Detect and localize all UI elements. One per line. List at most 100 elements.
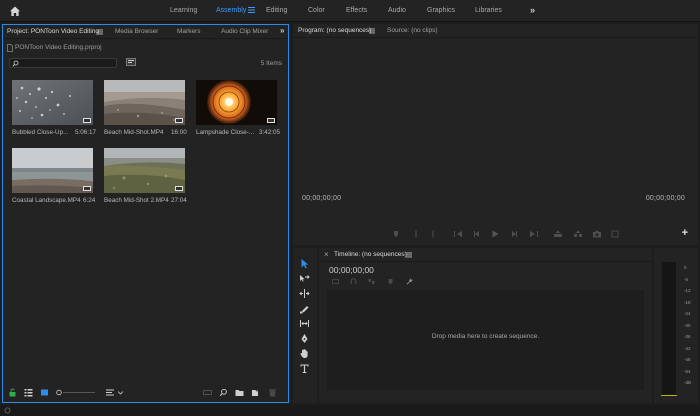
clip-name: Beach Mid-Shot 2.MP4	[104, 197, 169, 204]
list-view-icon[interactable]	[24, 388, 33, 397]
ripple-edit-tool-icon[interactable]	[299, 288, 310, 299]
workspace-tab-audio[interactable]: Audio	[388, 7, 406, 14]
export-frame-icon[interactable]	[592, 230, 602, 238]
clip-thumbnail[interactable]	[196, 80, 277, 125]
selection-tool-icon[interactable]	[299, 258, 310, 269]
clip-duration: 27:04	[171, 197, 187, 204]
clip-thumbnail[interactable]	[104, 80, 185, 125]
panel-menu-icon[interactable]	[406, 252, 412, 258]
button-editor-icon[interactable]	[611, 230, 619, 238]
clip-item[interactable]: Beach Mid-Shot.MP4 16:00	[104, 80, 194, 136]
program-duration-timecode: 00;00;00;00	[645, 195, 685, 202]
clip-thumbnail[interactable]	[104, 148, 185, 193]
lift-icon[interactable]	[553, 230, 563, 238]
pen-tool-icon[interactable]	[299, 333, 310, 344]
workspace-tab-learning[interactable]: Learning	[170, 7, 197, 14]
workspace-tab-color[interactable]: Color	[308, 7, 325, 14]
find-icon[interactable]	[219, 388, 228, 397]
workspace-bar: Learning Assembly Editing Color Effects …	[0, 0, 700, 22]
new-bin-icon[interactable]	[235, 388, 244, 397]
razor-tool-icon[interactable]	[299, 303, 310, 314]
program-playhead-timecode[interactable]: 00;00;00;00	[302, 195, 341, 202]
mark-out-icon[interactable]	[429, 230, 437, 238]
panel-menu-icon[interactable]	[97, 29, 103, 35]
meter-scale-label: -dB	[684, 380, 692, 385]
clear-icon[interactable]	[268, 388, 277, 397]
clip-item[interactable]: Beach Mid-Shot 2.MP4 27:04	[104, 148, 194, 204]
search-icon	[12, 60, 19, 67]
program-monitor-panel: Program: (no sequences) Source: (no clip…	[293, 24, 698, 245]
tab-source[interactable]: Source: (no clips)	[387, 27, 438, 34]
add-marker-icon[interactable]	[392, 230, 400, 238]
tab-program[interactable]: Program: (no sequences)	[298, 27, 371, 34]
video-clip-badge-icon	[267, 118, 275, 123]
panel-menu-icon[interactable]	[369, 28, 375, 34]
step-forward-icon[interactable]	[510, 230, 518, 238]
play-icon[interactable]	[491, 230, 499, 238]
step-back-icon[interactable]	[473, 230, 481, 238]
status-icon	[4, 407, 11, 414]
workspace-tab-assembly[interactable]: Assembly	[216, 7, 246, 14]
sort-icons-icon[interactable]	[105, 388, 125, 397]
tab-media-browser[interactable]: Media Browser	[115, 28, 158, 35]
type-tool-icon[interactable]	[299, 363, 310, 374]
project-search-box[interactable]	[9, 58, 117, 68]
workspace-overflow-button[interactable]: »	[530, 5, 535, 15]
clip-duration: 3:42:05	[259, 129, 281, 136]
workspace-tab-editing[interactable]: Editing	[266, 7, 287, 14]
tab-timeline[interactable]: Timeline: (no sequences)	[334, 251, 407, 258]
drop-media-hint: Drop media here to create sequence.	[431, 333, 540, 340]
insert-sequence-nest-icon[interactable]	[332, 278, 339, 285]
meter-scale-label: -54	[684, 368, 691, 374]
tab-markers[interactable]: Markers	[177, 28, 200, 35]
mark-in-icon[interactable]	[412, 230, 420, 238]
linked-selection-icon[interactable]	[368, 278, 375, 285]
clip-thumbnail[interactable]	[12, 80, 93, 125]
project-file-icon	[7, 44, 13, 52]
snap-icon[interactable]	[350, 278, 357, 285]
icon-view-icon[interactable]	[40, 388, 49, 397]
video-clip-badge-icon	[175, 186, 183, 191]
workspace-tab-libraries[interactable]: Libraries	[475, 7, 502, 14]
tools-panel	[293, 248, 317, 403]
workspace-tab-graphics[interactable]: Graphics	[427, 7, 455, 14]
project-file-name: PONToon Video Editing.prproj	[15, 44, 102, 51]
new-search-bin-icon[interactable]	[126, 58, 136, 66]
clip-thumbnail[interactable]	[12, 148, 93, 193]
timeline-track-area[interactable]: Drop media here to create sequence.	[327, 290, 644, 390]
extract-icon[interactable]	[573, 230, 583, 238]
clip-item[interactable]: Lampshade Close-... 3:42:05	[196, 80, 286, 136]
clip-duration: 16:00	[171, 129, 187, 136]
wrench-icon[interactable]	[406, 278, 413, 285]
hand-tool-icon[interactable]	[299, 348, 310, 359]
new-item-icon[interactable]	[251, 388, 260, 397]
tab-audio-clip-mixer[interactable]: Audio Clip Mixer	[221, 28, 268, 35]
meter-scale-label: -36	[684, 334, 691, 339]
program-panel-tabs: Program: (no sequences) Source: (no clip…	[293, 24, 698, 38]
clip-duration: 6:24	[83, 197, 96, 204]
project-panel-tabs: Project: PONToon Video Editing Media Bro…	[3, 25, 288, 39]
automate-to-sequence-icon[interactable]	[203, 388, 212, 397]
meter-scale-label: -24	[684, 311, 691, 316]
meter-scale-label: -18	[684, 299, 691, 305]
clip-item[interactable]: Coastal Landscape.MP4 6:24	[12, 148, 102, 204]
zoom-slider[interactable]	[55, 388, 97, 397]
tab-project[interactable]: Project: PONToon Video Editing	[7, 28, 99, 35]
search-input[interactable]	[10, 59, 116, 67]
clip-item[interactable]: Bubbled Close-Up... 5:06:17	[12, 80, 102, 136]
add-marker-icon[interactable]	[387, 278, 394, 285]
video-clip-badge-icon	[175, 118, 183, 123]
go-to-out-icon[interactable]	[529, 230, 539, 238]
add-button[interactable]: +	[682, 227, 688, 239]
workspace-tab-effects[interactable]: Effects	[346, 7, 367, 14]
go-to-in-icon[interactable]	[453, 230, 463, 238]
timeline-timecode[interactable]: 00;00;00;00	[329, 265, 374, 275]
panel-overflow-button[interactable]: »	[280, 26, 284, 35]
workspace-menu-icon[interactable]	[248, 6, 255, 14]
slip-tool-icon[interactable]	[299, 318, 310, 329]
home-icon[interactable]	[9, 5, 21, 17]
status-bar	[0, 405, 700, 416]
lock-icon[interactable]	[8, 388, 17, 397]
close-timeline-button[interactable]: ×	[324, 250, 329, 259]
track-select-tool-icon[interactable]	[299, 273, 310, 284]
